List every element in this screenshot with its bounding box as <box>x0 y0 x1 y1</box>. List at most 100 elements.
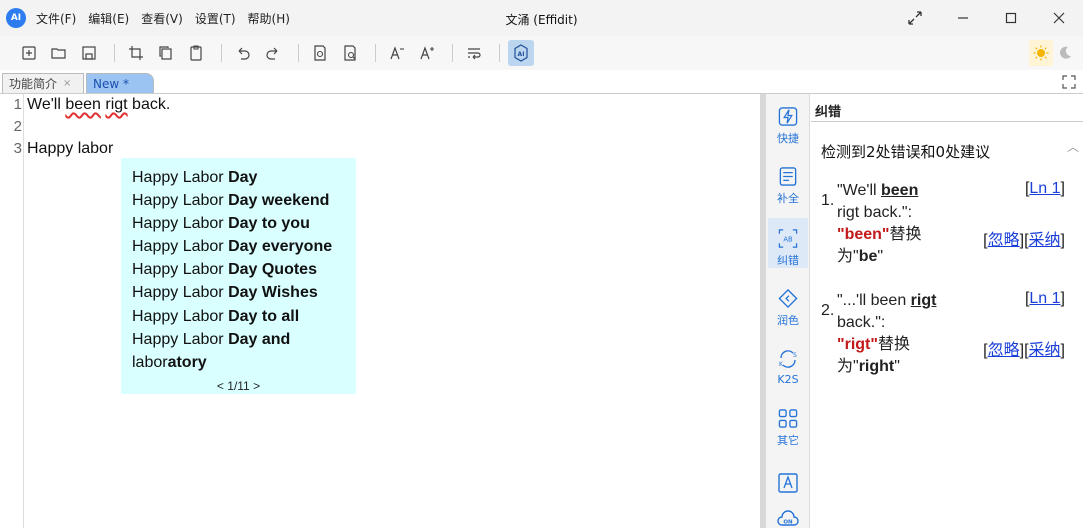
menu-help[interactable]: 帮助(H) <box>248 10 290 27</box>
replace-label: 为" <box>837 358 859 375</box>
suggestion-completion: Day to all <box>228 307 300 325</box>
suggestion-item[interactable]: Happy Labor Day and <box>132 328 356 351</box>
suggestion-item[interactable]: Happy Labor Day weekend <box>132 189 356 212</box>
tab-intro[interactable]: 功能简介 × <box>2 73 84 93</box>
suggestion-list: Happy Labor Day Happy Labor Day weekend Ha… <box>132 166 356 374</box>
error-word: rigt <box>910 292 937 309</box>
tool-other[interactable]: 其它 <box>768 398 808 448</box>
line-ref: [Ln 1] <box>1024 180 1065 197</box>
crop-button[interactable] <box>123 40 149 66</box>
spelling-error[interactable]: rigt <box>105 96 127 113</box>
line-ref: [Ln 1] <box>1024 290 1065 307</box>
line-ref-link[interactable]: Ln 1 <box>1029 290 1060 307</box>
replace-label: 替换 <box>889 226 922 243</box>
tool-cloud[interactable]: ON <box>768 498 808 528</box>
ai-assistant-button[interactable]: AI <box>508 40 534 66</box>
svg-text:AI: AI <box>518 51 525 58</box>
menu-settings[interactable]: 设置(T) <box>195 10 236 27</box>
suggestion-prefix: labor <box>132 353 168 371</box>
font-decrease-button[interactable] <box>384 40 410 66</box>
new-file-button[interactable] <box>16 40 42 66</box>
close-button[interactable] <box>1035 0 1083 36</box>
light-mode-button[interactable] <box>1029 40 1053 66</box>
app-logo-icon: AI <box>6 8 26 28</box>
accept-link[interactable]: 采纳 <box>1029 232 1061 249</box>
tab-close-icon[interactable]: × <box>63 78 71 89</box>
scroll-up-icon[interactable]: ︿ <box>1067 138 1079 155</box>
tool-label: K2S <box>777 373 799 386</box>
replace-label: 为" <box>837 248 859 265</box>
tool-correct[interactable]: AB 纠错 <box>768 218 808 268</box>
tool-k2s[interactable]: SK K2S <box>768 338 808 388</box>
undo-button[interactable] <box>230 40 256 66</box>
open-file-button[interactable] <box>46 40 72 66</box>
tab-bar: 功能简介 × New * <box>0 70 1083 94</box>
save-button[interactable] <box>76 40 102 66</box>
collapse-panel-icon[interactable] <box>1061 74 1077 90</box>
theme-toggle[interactable] <box>1029 40 1077 66</box>
item-body: "...'ll been rigt back.": "rigt"替换 为"rig… <box>837 290 957 378</box>
line-number-gutter: 1 2 3 <box>0 94 24 528</box>
tool-quick[interactable]: 快捷 <box>768 96 808 146</box>
maximize-button[interactable] <box>987 0 1035 36</box>
suggestion-item[interactable]: Happy Labor Day <box>132 166 356 189</box>
suggestion-item[interactable]: Happy Labor Day to you <box>132 212 356 235</box>
save-icon <box>82 46 96 60</box>
suggestion-prefix: Happy Labor <box>132 215 229 233</box>
paste-button[interactable] <box>183 40 209 66</box>
item-body: "We'll been rigt back.": "been"替换 为"be" <box>837 180 957 268</box>
tool-label: 其它 <box>777 434 799 447</box>
replace-button[interactable] <box>337 40 363 66</box>
correction-item: 1. "We'll been rigt back.": "been"替换 为"b… <box>821 180 1071 270</box>
suggestion-item[interactable]: Happy Labor Day to all <box>132 305 356 328</box>
correct-icon: AB <box>778 229 798 248</box>
open-folder-icon <box>51 48 66 59</box>
text-segment: back. <box>127 96 171 113</box>
toolbar-divider <box>114 44 115 62</box>
wrap-button[interactable] <box>461 40 487 66</box>
copy-button[interactable] <box>153 40 179 66</box>
suggestion-pager[interactable]: < 1/11 > <box>121 379 356 393</box>
editor-line-1[interactable]: We'll been rigt back. <box>27 96 170 114</box>
quote-text: "We'll <box>837 182 881 199</box>
ignore-link[interactable]: 忽略 <box>988 232 1020 249</box>
redo-button[interactable] <box>260 40 286 66</box>
font-increase-button[interactable] <box>414 40 440 66</box>
original-word: "been" <box>837 226 890 243</box>
menu-edit[interactable]: 编辑(E) <box>88 10 129 27</box>
quote-text: rigt back.": <box>837 204 913 221</box>
suggestion-item[interactable]: Happy Labor Day everyone <box>132 235 356 258</box>
tool-label: 快捷 <box>777 132 799 145</box>
toolbar-divider <box>452 44 453 62</box>
fullscreen-button[interactable] <box>891 0 939 36</box>
ai-icon: AI <box>514 44 528 62</box>
panel-title: 纠错 <box>811 94 1083 122</box>
find-button[interactable] <box>307 40 333 66</box>
minimize-button[interactable] <box>939 0 987 36</box>
ignore-link[interactable]: 忽略 <box>988 342 1020 359</box>
dark-mode-button[interactable] <box>1053 40 1077 66</box>
replace-label: " <box>877 248 884 265</box>
suggestion-completion: Day <box>228 169 258 186</box>
item-number: 1. <box>821 192 835 209</box>
menu-view[interactable]: 查看(V) <box>141 10 183 27</box>
tool-label: 纠错 <box>777 254 799 267</box>
tool-complete[interactable]: 补全 <box>768 156 808 206</box>
tab-new[interactable]: New * <box>86 73 154 93</box>
accept-link[interactable]: 采纳 <box>1029 342 1061 359</box>
line-ref-link[interactable]: Ln 1 <box>1029 180 1060 197</box>
moon-icon <box>1060 46 1071 59</box>
text-editor[interactable]: 1 2 3 We'll been rigt back. Happy labor <box>0 94 760 528</box>
editor-line-3[interactable]: Happy labor <box>27 140 113 158</box>
tool-polish[interactable]: 润色 <box>768 278 808 328</box>
copy-icon <box>159 46 172 60</box>
suggestion-item[interactable]: Happy Labor Day Wishes <box>132 281 356 304</box>
undo-icon <box>238 47 250 60</box>
suggestion-item[interactable]: Happy Labor Day Quotes <box>132 258 356 281</box>
spelling-error[interactable]: been <box>65 96 101 113</box>
polish-icon <box>778 288 798 309</box>
line-number: 3 <box>13 140 22 157</box>
suggestion-completion: Day to you <box>228 215 310 233</box>
menu-file[interactable]: 文件(F) <box>36 10 76 27</box>
suggestion-item[interactable]: laboratory <box>132 351 356 374</box>
